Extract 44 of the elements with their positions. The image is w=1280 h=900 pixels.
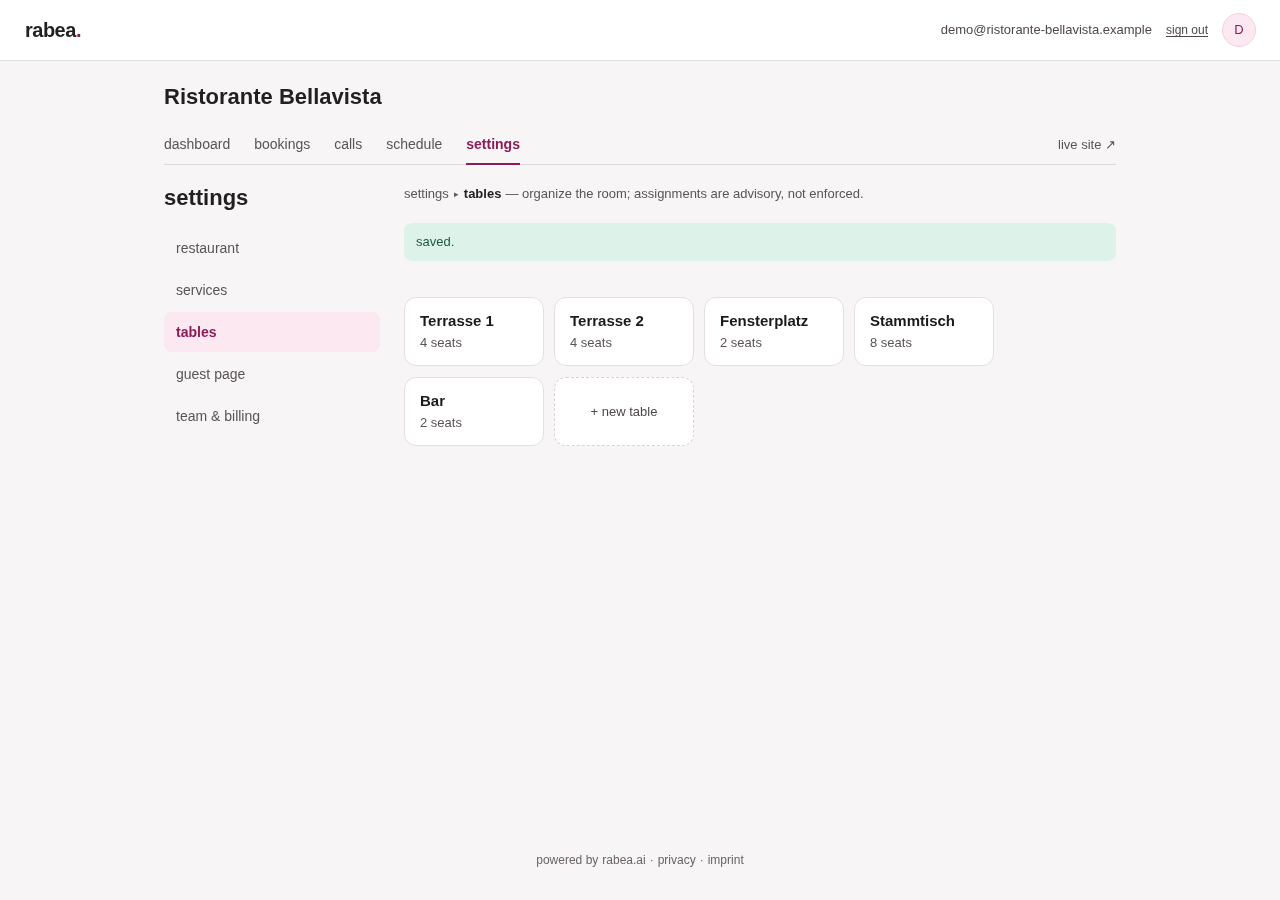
breadcrumb-separator: ▸ [453,188,459,201]
breadcrumb-link[interactable]: settings [404,184,449,204]
table-seats: 2 seats [420,414,528,432]
table-card[interactable]: Bar 2 seats [404,377,544,446]
table-seats: 8 seats [870,334,978,352]
table-name: Stammtisch [870,311,957,331]
table-seats: 4 seats [570,334,678,352]
sign-out-link[interactable]: sign out [1165,21,1208,39]
sidebar-item[interactable]: guest page [164,354,380,394]
footer-separator: · [699,852,704,869]
sidebar-title: settings [164,184,250,212]
page-title: Ristorante Bellavista [164,83,383,111]
table-name: Terrasse 2 [570,311,645,331]
footer-separator: · [649,852,654,869]
footer-text: powered by [536,852,599,869]
breadcrumb-current: tables [463,185,502,203]
table-name: Bar [420,391,446,411]
table-name: Fensterplatz [720,311,810,331]
nav-tab[interactable]: dashboard [164,134,231,165]
table-seats: 4 seats [420,334,528,352]
table-card[interactable]: Terrasse 1 4 seats [404,297,544,366]
sidebar-item[interactable]: services [164,270,380,310]
footer-link[interactable]: rabea.ai [602,850,646,870]
page-description: — organize the room; assignments are advisory, not enforced. [505,185,864,203]
saved-notice: saved. [404,223,1116,261]
table-card[interactable]: Fensterplatz 2 seats [704,297,844,366]
avatar[interactable]: D [1222,13,1256,47]
nav-tab[interactable]: settings [466,134,520,165]
sidebar-item[interactable]: restaurant [164,228,380,268]
nav-tab[interactable]: schedule [386,134,443,165]
table-card[interactable]: Stammtisch 8 seats [854,297,994,366]
table-name: Terrasse 1 [420,311,495,331]
table-card[interactable]: Terrasse 2 4 seats [554,297,694,366]
table-seats: 2 seats [720,334,828,352]
nav-tab[interactable]: bookings [254,134,311,165]
footer-link[interactable]: imprint [707,850,744,870]
sidebar-item[interactable]: team & billing [164,396,380,436]
footer-link[interactable]: privacy [657,850,696,870]
live-site-link[interactable]: live site ↗ [1058,135,1116,164]
account-email: demo@ristorante-bellavista.example [940,21,1152,40]
new-table-button[interactable]: + new table [554,377,694,446]
nav-tab[interactable]: calls [334,134,363,165]
sidebar-item[interactable]: tables [164,312,380,352]
logo[interactable]: rabea. [25,15,81,45]
